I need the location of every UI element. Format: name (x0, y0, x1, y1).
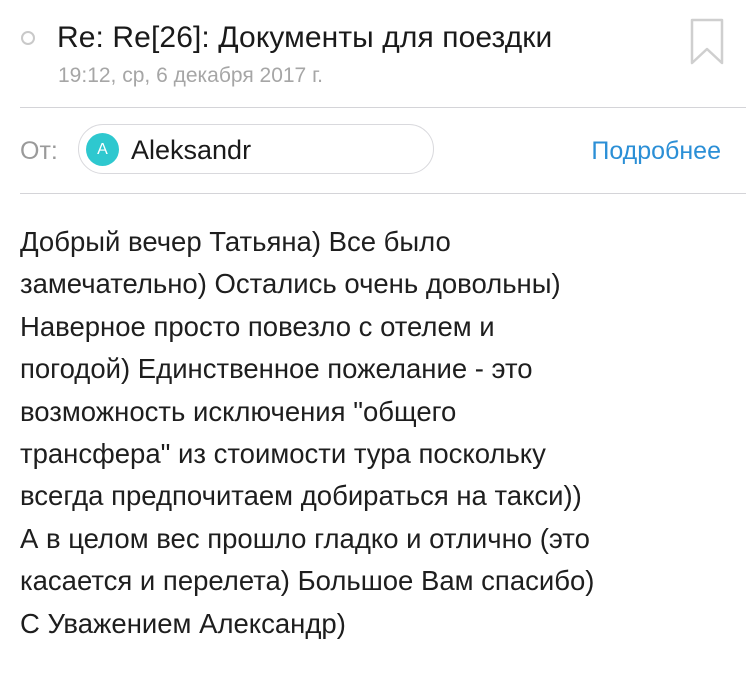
body-line: С Уважением Александр) (20, 607, 346, 639)
message-date: 19:12, ср, 6 декабря 2017 г. (58, 64, 324, 87)
details-link[interactable]: Подробнее (591, 135, 721, 167)
unread-circle-icon[interactable] (21, 31, 35, 45)
body-line: А в целом вес прошло гладко и отлично (э… (20, 522, 590, 554)
from-label: От: (20, 137, 58, 165)
sender-row: От: A Aleksandr Подробнее (0, 108, 746, 193)
body-line: погодой) Единственное пожелание - это (20, 353, 533, 385)
body-line: касается и перелета) Большое Вам спасибо… (20, 565, 595, 597)
body-line: замечательно) Остались очень довольны) (20, 268, 561, 300)
body-line: всегда предпочитаем добираться на такси)… (20, 480, 582, 512)
message-header: Re: Re[26]: Документы для поездки 19:12,… (0, 0, 746, 108)
message-body: Добрый вечер Татьяна) Все было замечател… (20, 221, 736, 645)
bookmark-icon[interactable] (690, 18, 724, 66)
body-line: трансфера" из стоимости тура поскольку (20, 438, 546, 470)
body-line: возможность исключения "общего (20, 395, 457, 427)
sender-chip[interactable]: A Aleksandr (78, 124, 434, 174)
sender-divider (20, 193, 746, 194)
body-line: Наверное просто повезло с отелем и (20, 310, 495, 342)
message-subject: Re: Re[26]: Документы для поездки (57, 21, 553, 54)
avatar: A (86, 133, 119, 166)
sender-name: Aleksandr (131, 135, 252, 165)
body-line: Добрый вечер Татьяна) Все было (20, 226, 451, 257)
